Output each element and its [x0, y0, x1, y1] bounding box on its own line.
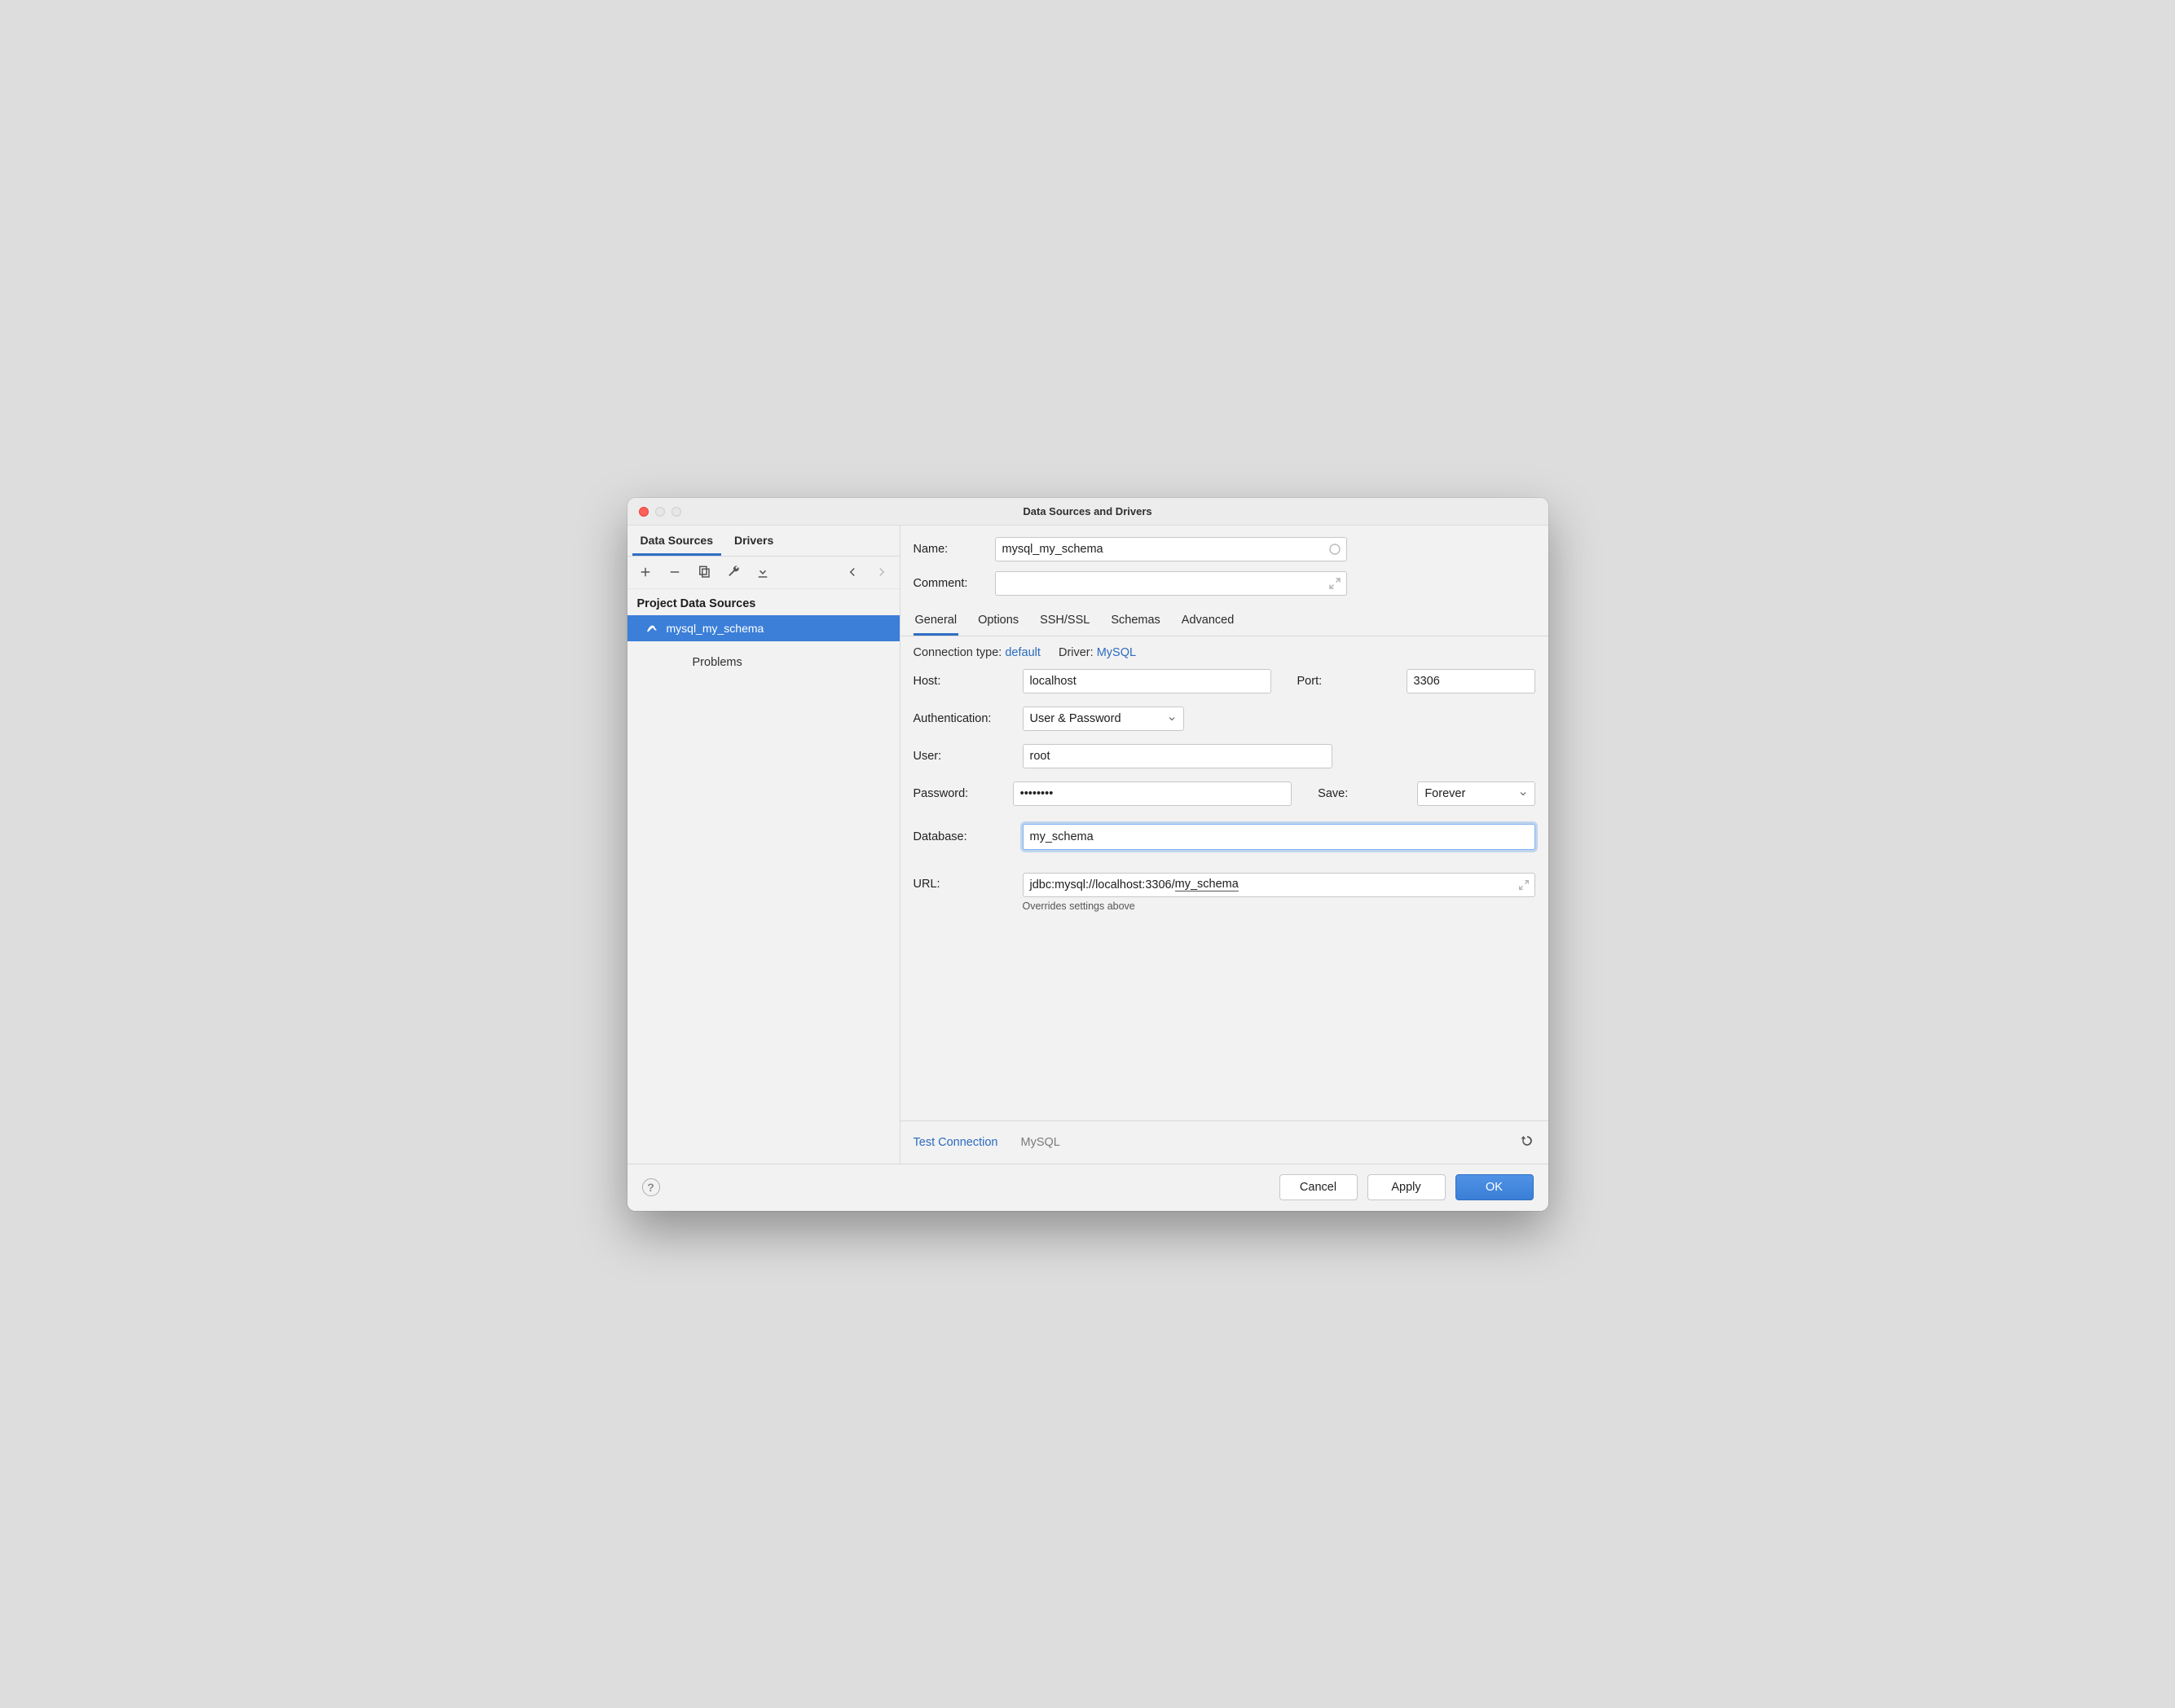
- ok-button[interactable]: OK: [1455, 1174, 1534, 1200]
- authentication-select[interactable]: User & Password: [1023, 707, 1184, 731]
- url-hint: Overrides settings above: [1023, 900, 1535, 912]
- apply-button[interactable]: Apply: [1367, 1174, 1446, 1200]
- tab-data-sources[interactable]: Data Sources: [632, 527, 721, 556]
- close-window-icon[interactable]: [639, 507, 649, 517]
- mysql-icon: [645, 622, 658, 635]
- tab-general[interactable]: General: [914, 607, 959, 636]
- database-label: Database:: [914, 830, 1011, 843]
- driver-label: Driver:: [1059, 646, 1094, 659]
- user-input[interactable]: [1023, 744, 1332, 768]
- add-icon[interactable]: [637, 564, 654, 580]
- wrench-icon[interactable]: [725, 564, 742, 580]
- comment-input[interactable]: [995, 571, 1347, 596]
- name-label: Name:: [914, 543, 984, 556]
- url-prefix: jdbc:mysql://localhost:3306/: [1030, 878, 1175, 891]
- tab-sshssl[interactable]: SSH/SSL: [1038, 607, 1091, 636]
- test-connection-link[interactable]: Test Connection: [914, 1136, 998, 1149]
- import-icon[interactable]: [755, 564, 771, 580]
- remove-icon[interactable]: [667, 564, 683, 580]
- password-input[interactable]: ••••••••: [1013, 781, 1292, 806]
- main-panel: Name: Comment:: [900, 526, 1548, 1164]
- sidebar-item-label: mysql_my_schema: [667, 622, 764, 635]
- sidebar-item-mysql-my-schema[interactable]: mysql_my_schema: [627, 615, 900, 641]
- dialog-window: Data Sources and Drivers Data Sources Dr…: [627, 498, 1548, 1211]
- revert-icon[interactable]: [1519, 1133, 1535, 1152]
- driver-name-label: MySQL: [1020, 1136, 1059, 1149]
- zoom-window-icon: [671, 507, 681, 517]
- url-input[interactable]: jdbc:mysql://localhost:3306/my_schema: [1023, 873, 1535, 897]
- titlebar: Data Sources and Drivers: [627, 498, 1548, 526]
- host-label: Host:: [914, 675, 1011, 688]
- authentication-label: Authentication:: [914, 712, 1011, 725]
- main-bottom-bar: Test Connection MySQL: [900, 1120, 1548, 1164]
- tab-schemas[interactable]: Schemas: [1109, 607, 1161, 636]
- driver-link[interactable]: MySQL: [1097, 646, 1136, 659]
- dialog-footer: ? Cancel Apply OK: [627, 1164, 1548, 1211]
- cancel-button[interactable]: Cancel: [1279, 1174, 1358, 1200]
- tab-options[interactable]: Options: [976, 607, 1020, 636]
- help-icon[interactable]: ?: [642, 1178, 660, 1196]
- save-select[interactable]: Forever: [1417, 781, 1534, 806]
- chevron-down-icon: [1167, 714, 1177, 724]
- sidebar-toolbar: [627, 557, 900, 589]
- connection-info: Connection type: default Driver: MySQL: [900, 636, 1548, 659]
- connection-type-label: Connection type:: [914, 646, 1002, 659]
- name-input[interactable]: [995, 537, 1347, 561]
- password-label: Password:: [914, 787, 1002, 800]
- chevron-down-icon: [1518, 789, 1528, 799]
- expand-icon[interactable]: [1517, 878, 1530, 891]
- save-label: Save:: [1318, 787, 1406, 800]
- main-tabs: General Options SSH/SSL Schemas Advanced: [900, 605, 1548, 636]
- tab-drivers[interactable]: Drivers: [726, 527, 782, 556]
- host-input[interactable]: [1023, 669, 1271, 693]
- comment-label: Comment:: [914, 577, 984, 590]
- sidebar-section-title: Project Data Sources: [627, 589, 900, 615]
- port-label: Port:: [1297, 675, 1395, 688]
- save-value: Forever: [1424, 787, 1465, 800]
- window-title: Data Sources and Drivers: [1023, 505, 1151, 517]
- url-db: my_schema: [1175, 878, 1239, 891]
- user-label: User:: [914, 750, 1011, 763]
- url-label: URL:: [914, 873, 1011, 891]
- database-input[interactable]: [1023, 824, 1535, 850]
- connection-type-link[interactable]: default: [1005, 646, 1041, 659]
- sidebar-problems[interactable]: Problems: [627, 641, 900, 669]
- forward-icon: [874, 564, 890, 580]
- sidebar-tabs: Data Sources Drivers: [627, 526, 900, 557]
- tab-advanced[interactable]: Advanced: [1180, 607, 1236, 636]
- duplicate-icon[interactable]: [696, 564, 712, 580]
- window-controls: [639, 507, 681, 517]
- expand-icon[interactable]: [1327, 576, 1342, 591]
- port-input[interactable]: [1407, 669, 1535, 693]
- sidebar: Data Sources Drivers: [627, 526, 900, 1164]
- minimize-window-icon: [655, 507, 665, 517]
- authentication-value: User & Password: [1030, 712, 1121, 725]
- color-circle-icon[interactable]: [1327, 542, 1342, 557]
- back-icon[interactable]: [844, 564, 861, 580]
